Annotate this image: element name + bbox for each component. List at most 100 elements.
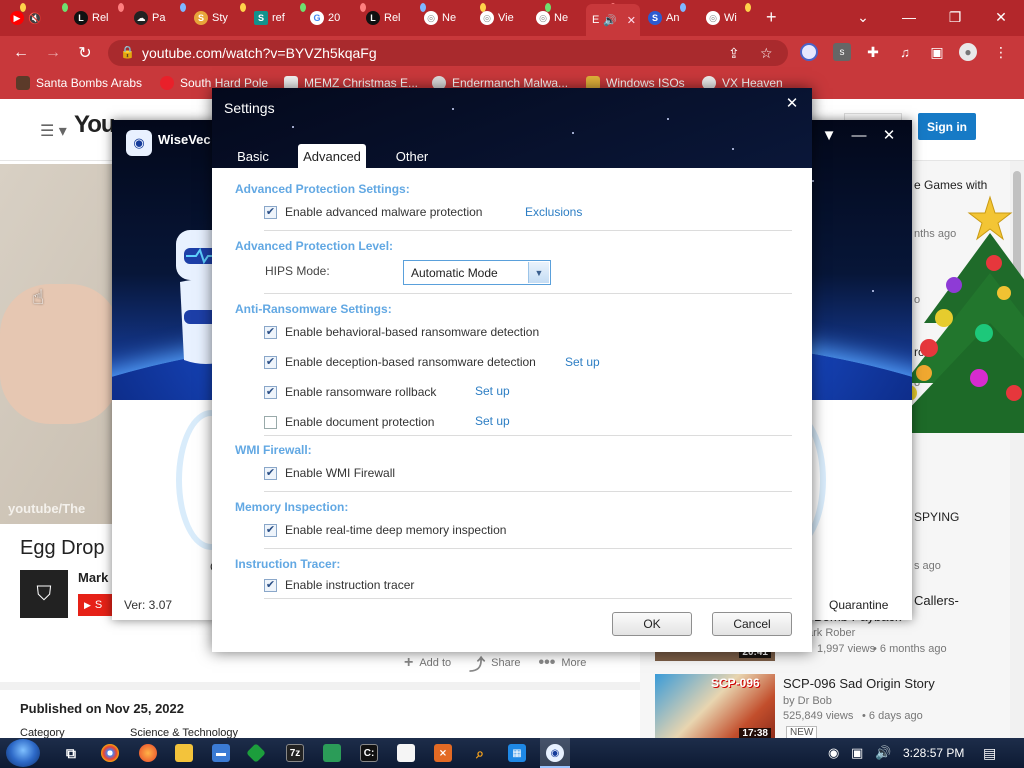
share-icon[interactable]: ⇪ <box>728 45 740 62</box>
checkbox-checked[interactable]: ✔ <box>264 523 277 537</box>
tab-search-icon[interactable]: ⌄ <box>840 0 886 34</box>
share-button[interactable]: ⤴ Share <box>469 651 520 675</box>
start-button[interactable] <box>6 739 40 767</box>
tab-8[interactable]: ◎ Vie <box>474 6 532 30</box>
more-button[interactable]: ••• More <box>539 651 587 675</box>
system-clock[interactable]: 3:28:57 PM <box>903 746 964 760</box>
subscribe-button[interactable]: ▶ S <box>78 594 114 616</box>
option-instruction-tracer[interactable]: ✔ Enable instruction tracer <box>264 578 414 592</box>
channel-name[interactable]: Mark <box>78 570 108 585</box>
related-title[interactable]: Callers- <box>914 593 959 608</box>
app-grid-icon[interactable]: ▦ <box>508 744 526 762</box>
checkbox-unchecked[interactable] <box>264 415 277 429</box>
menu-kebab-icon[interactable]: ⋮ <box>992 43 1010 61</box>
tab-5[interactable]: G 20 <box>304 6 362 30</box>
ok-button[interactable]: OK <box>612 612 692 636</box>
chrome-icon[interactable] <box>101 744 119 762</box>
firefox-icon[interactable] <box>139 744 157 762</box>
extensions-puzzle-icon[interactable]: ✚ <box>864 43 882 61</box>
related-thumbnail[interactable]: SCP-096 17:38 <box>655 674 775 738</box>
settings-close-icon[interactable]: ✕ <box>780 92 804 114</box>
checkbox-checked[interactable]: ✔ <box>264 205 277 219</box>
volume-icon[interactable]: 🔊 <box>875 745 891 761</box>
tab-1[interactable]: L Rel <box>68 6 126 30</box>
tab-11[interactable]: S An <box>642 6 700 30</box>
wisevector-menu-icon[interactable]: ▼ <box>816 124 842 146</box>
tab-7[interactable]: ◎ Ne <box>418 6 476 30</box>
qr-tool-icon[interactable] <box>397 744 415 762</box>
forward-button[interactable]: → <box>42 42 64 64</box>
document-setup-link[interactable]: Set up <box>475 414 510 428</box>
tab-3[interactable]: S Sty <box>188 6 246 30</box>
youtube-logo[interactable]: You <box>74 111 116 139</box>
related-channel[interactable]: ark Rober <box>807 627 855 639</box>
deception-setup-link[interactable]: Set up <box>565 355 600 369</box>
file-explorer-icon[interactable] <box>175 744 193 762</box>
checkbox-checked[interactable]: ✔ <box>264 325 277 339</box>
tab-6[interactable]: L Rel <box>360 6 418 30</box>
sign-in-button[interactable]: Sign in <box>918 113 976 140</box>
rollback-setup-link[interactable]: Set up <box>475 384 510 398</box>
related-title[interactable]: SCP-096 Sad Origin Story <box>783 676 935 691</box>
guide-menu-icon[interactable]: ☰ ▾ <box>40 121 67 141</box>
remote-desktop-icon[interactable]: ▬ <box>212 744 230 762</box>
extension-flag-icon[interactable] <box>800 43 818 61</box>
tab-advanced[interactable]: Advanced <box>298 144 366 168</box>
tab-9[interactable]: ◎ Ne <box>530 6 588 30</box>
checkbox-checked[interactable]: ✔ <box>264 355 277 369</box>
bookmark-star-icon[interactable]: ☆ <box>760 45 773 62</box>
option-behavioral-detection[interactable]: ✔ Enable behavioral-based ransomware det… <box>264 325 539 339</box>
bookmark-item[interactable]: Santa Bombs Arabs <box>16 76 142 90</box>
back-button[interactable]: ← <box>10 42 32 64</box>
cancel-button[interactable]: Cancel <box>712 612 792 636</box>
restore-button[interactable]: ❐ <box>932 0 978 34</box>
tab-4[interactable]: S ref <box>248 6 306 30</box>
search-tool-icon[interactable]: ⌕ <box>471 744 489 762</box>
wisevector-minimize-button[interactable]: — <box>846 124 872 146</box>
new-tab-button[interactable]: + <box>766 7 777 28</box>
dropdown-arrow-icon[interactable]: ▼ <box>528 262 549 283</box>
related-title[interactable]: e Games with <box>914 178 987 192</box>
notepad-plus-icon[interactable] <box>323 744 341 762</box>
7zip-icon[interactable]: 7z <box>286 744 304 762</box>
related-channel[interactable]: by Dr Bob <box>783 695 832 707</box>
extension-s-icon[interactable]: s <box>833 43 851 61</box>
exclusions-link[interactable]: Exclusions <box>525 205 582 219</box>
side-panel-icon[interactable]: ▣ <box>928 43 946 61</box>
tab-youtube-muted[interactable]: ▶ 🔇 <box>4 6 66 30</box>
command-prompt-icon[interactable]: C: <box>360 744 378 762</box>
tab-12[interactable]: ◎ Wi <box>700 6 758 30</box>
option-document-protection[interactable]: Enable document protection <box>264 415 434 429</box>
option-wmi-firewall[interactable]: ✔ Enable WMI Firewall <box>264 466 395 480</box>
checkbox-checked[interactable]: ✔ <box>264 385 277 399</box>
xampp-icon[interactable]: ⨯ <box>434 744 452 762</box>
task-view-icon[interactable]: ⧉ <box>62 744 80 762</box>
network-icon[interactable]: ▣ <box>851 745 863 761</box>
tab-2[interactable]: ☁ Pa <box>128 6 186 30</box>
add-to-button[interactable]: + Add to <box>404 651 451 675</box>
option-malware-protection[interactable]: ✔ Enable advanced malware protection <box>264 205 482 219</box>
address-bar[interactable]: 🔒 youtube.com/watch?v=BYVZh5kqaFg ⇪ ☆ <box>108 40 788 66</box>
tab-other[interactable]: Other <box>384 144 440 168</box>
wisevector-taskbar-icon[interactable]: ◉ <box>546 744 564 762</box>
wisevector-close-button[interactable]: ✕ <box>876 124 902 146</box>
option-memory-inspection[interactable]: ✔ Enable real-time deep memory inspectio… <box>264 523 506 537</box>
option-deception-detection[interactable]: ✔ Enable deception-based ransomware dete… <box>264 355 536 369</box>
minimize-button[interactable]: — <box>886 0 932 34</box>
tab-active[interactable]: E 🔊 ✕ <box>586 4 640 36</box>
hips-mode-select[interactable]: Automatic Mode ▼ <box>403 260 551 285</box>
checkbox-checked[interactable]: ✔ <box>264 466 277 480</box>
tab-basic[interactable]: Basic <box>226 144 280 168</box>
media-control-icon[interactable]: ♫ <box>896 43 914 61</box>
tray-wisevector-icon[interactable]: ◉ <box>828 745 839 761</box>
app-diamond-icon[interactable] <box>246 743 266 763</box>
channel-avatar[interactable]: ⛉ <box>20 570 68 618</box>
notifications-icon[interactable]: ▤ <box>983 745 996 762</box>
checkbox-checked[interactable]: ✔ <box>264 578 277 592</box>
close-window-button[interactable]: ✕ <box>978 0 1024 34</box>
reload-button[interactable]: ↻ <box>74 42 96 64</box>
quarantine-button[interactable]: Quarantine <box>829 598 888 612</box>
close-tab-icon[interactable]: ✕ <box>627 14 636 27</box>
related-title[interactable]: SPYING <box>914 510 959 524</box>
profile-avatar-icon[interactable]: ● <box>959 43 977 61</box>
